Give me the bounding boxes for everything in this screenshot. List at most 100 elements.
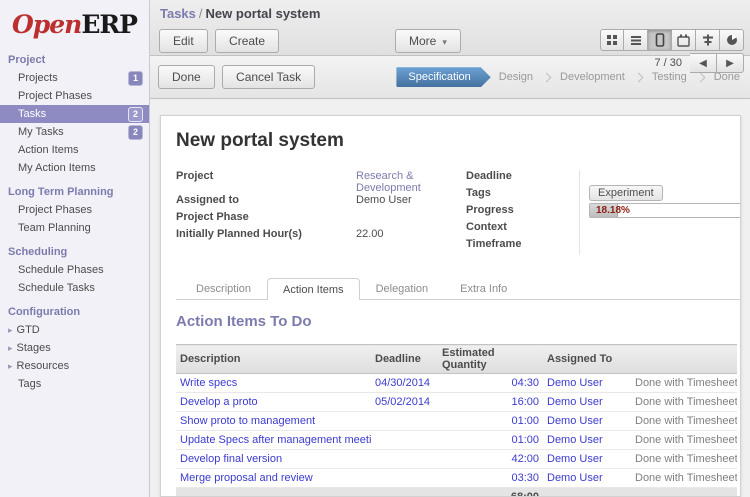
done-button[interactable]: Done: [158, 65, 215, 89]
count-badge: 2: [128, 125, 143, 140]
sidebar-item-schedule-phases[interactable]: Schedule Phases: [0, 261, 149, 279]
form-view-button[interactable]: [648, 29, 672, 51]
stage-specification[interactable]: Specification: [396, 67, 490, 87]
footer-empty: [176, 488, 438, 497]
cell-quantity[interactable]: 16:00: [438, 393, 543, 412]
tag-experiment[interactable]: Experiment: [589, 185, 663, 201]
sidebar-item-projects[interactable]: Projects1: [0, 69, 149, 87]
sidebar-item-gtd[interactable]: ▸GTD: [0, 321, 149, 339]
done-with-timesheet-button[interactable]: Done with Timesheet: [631, 431, 737, 450]
kanban-view-button[interactable]: [600, 29, 624, 51]
done-with-timesheet-button[interactable]: Done with Timesheet: [631, 469, 737, 488]
cell-assigned[interactable]: Demo User: [543, 431, 631, 450]
calendar-view-button[interactable]: [672, 29, 696, 51]
sidebar-item-action-items[interactable]: Action Items: [0, 141, 149, 159]
cell-deadline[interactable]: [371, 431, 438, 450]
cell-description[interactable]: Update Specs after management meeting: [176, 431, 371, 450]
sidebar-item-project-phases[interactable]: Project Phases: [0, 201, 149, 219]
main-area: Tasks/New portal system Edit Create More…: [150, 0, 750, 497]
done-with-timesheet-button[interactable]: Done with Timesheet: [631, 450, 737, 469]
notebook-tabs: DescriptionAction ItemsDelegationExtra I…: [176, 277, 740, 300]
cell-assigned[interactable]: Demo User: [543, 374, 631, 393]
graph-view-button[interactable]: [720, 29, 744, 51]
openerp-logo[interactable]: OpenERP: [0, 0, 149, 45]
sidebar-item-stages[interactable]: ▸Stages: [0, 339, 149, 357]
column-header-assigned-to: Assigned To: [543, 345, 631, 374]
cell-description[interactable]: Develop a proto: [176, 393, 371, 412]
gantt-view-button[interactable]: [696, 29, 720, 51]
list-view-button[interactable]: [624, 29, 648, 51]
chevron-separator-icon: [633, 72, 643, 82]
chevron-right-icon: ▸: [8, 343, 13, 354]
stage-testing[interactable]: Testing: [652, 71, 687, 83]
cell-description[interactable]: Develop final version: [176, 450, 371, 469]
sidebar-item-tasks[interactable]: Tasks2: [0, 105, 149, 123]
field-value-assigned-to: Demo User: [356, 194, 466, 211]
create-button[interactable]: Create: [215, 29, 279, 53]
sidebar-item-project-phases[interactable]: Project Phases: [0, 87, 149, 105]
more-button[interactable]: More▾: [395, 29, 461, 53]
cell-quantity[interactable]: 42:00: [438, 450, 543, 469]
chevron-right-icon: ▸: [8, 361, 13, 372]
done-with-timesheet-button[interactable]: Done with Timesheet: [631, 393, 737, 412]
done-with-timesheet-button[interactable]: Done with Timesheet: [631, 374, 737, 393]
tab-description[interactable]: Description: [180, 277, 267, 299]
sidebar-item-tags[interactable]: Tags: [0, 375, 149, 393]
field-label-project: Project: [176, 170, 356, 182]
done-with-timesheet-button[interactable]: Done with Timesheet: [631, 412, 737, 431]
field-row-initially-planned-hour-s: Initially Planned Hour(s)22.00: [176, 228, 466, 245]
sidebar-item-team-planning[interactable]: Team Planning: [0, 219, 149, 237]
pager-next-button[interactable]: ▶: [717, 53, 744, 73]
header-buttons: Edit Create: [159, 29, 283, 53]
cell-deadline[interactable]: [371, 450, 438, 469]
sidebar-item-label: My Action Items: [18, 163, 145, 174]
cell-deadline[interactable]: 05/02/2014: [371, 393, 438, 412]
cell-description[interactable]: Show proto to management: [176, 412, 371, 431]
stage-design[interactable]: Design: [499, 71, 533, 83]
sidebar-item-label: Team Planning: [18, 223, 145, 234]
table-body: Write specs04/30/201404:30Demo UserDone …: [176, 374, 737, 488]
task-title: New portal system: [176, 130, 740, 152]
stage-done[interactable]: Done: [714, 71, 740, 83]
sidebar-item-label: Tags: [18, 379, 145, 390]
cell-description[interactable]: Write specs: [176, 374, 371, 393]
field-value-project[interactable]: Research & Development: [356, 170, 466, 194]
breadcrumb-parent[interactable]: Tasks: [160, 6, 196, 21]
cell-deadline[interactable]: [371, 469, 438, 488]
field-value-progress: 18.18%: [579, 204, 741, 221]
cell-deadline[interactable]: 04/30/2014: [371, 374, 438, 393]
sidebar-item-label: Action Items: [18, 145, 145, 156]
field-group-right: DeadlineTagsExperimentProgress18.18%Cont…: [466, 170, 741, 255]
cancel-task-button[interactable]: Cancel Task: [222, 65, 315, 89]
cell-deadline[interactable]: [371, 412, 438, 431]
sidebar-item-my-tasks[interactable]: My Tasks2: [0, 123, 149, 141]
more-menu: More▾: [395, 29, 461, 53]
count-badge: 2: [128, 107, 143, 122]
cell-quantity[interactable]: 04:30: [438, 374, 543, 393]
tab-extra-info[interactable]: Extra Info: [444, 277, 523, 299]
cell-assigned[interactable]: Demo User: [543, 393, 631, 412]
progress-value: 18.18%: [596, 205, 630, 216]
edit-button[interactable]: Edit: [159, 29, 208, 53]
footer-empty: [543, 488, 737, 497]
breadcrumb-current: New portal system: [206, 6, 321, 21]
cell-assigned[interactable]: Demo User: [543, 450, 631, 469]
pager-prev-button[interactable]: ◀: [690, 53, 717, 73]
cell-assigned[interactable]: Demo User: [543, 412, 631, 431]
tab-delegation[interactable]: Delegation: [360, 277, 445, 299]
sidebar-item-schedule-tasks[interactable]: Schedule Tasks: [0, 279, 149, 297]
tab-action-items[interactable]: Action Items: [267, 278, 360, 300]
cell-assigned[interactable]: Demo User: [543, 469, 631, 488]
cell-quantity[interactable]: 01:00: [438, 431, 543, 450]
sidebar-item-my-action-items[interactable]: My Action Items: [0, 159, 149, 177]
sidebar-item-resources[interactable]: ▸Resources: [0, 357, 149, 375]
graph-icon: [726, 34, 738, 46]
field-label-assigned-to: Assigned to: [176, 194, 356, 206]
task-row: Write specs04/30/201404:30Demo UserDone …: [176, 374, 737, 393]
cell-quantity[interactable]: 03:30: [438, 469, 543, 488]
cell-description[interactable]: Merge proposal and review: [176, 469, 371, 488]
field-label-initially-planned-hour-s: Initially Planned Hour(s): [176, 228, 356, 240]
stage-development[interactable]: Development: [560, 71, 625, 83]
field-label-timeframe: Timeframe: [466, 238, 579, 250]
cell-quantity[interactable]: 01:00: [438, 412, 543, 431]
